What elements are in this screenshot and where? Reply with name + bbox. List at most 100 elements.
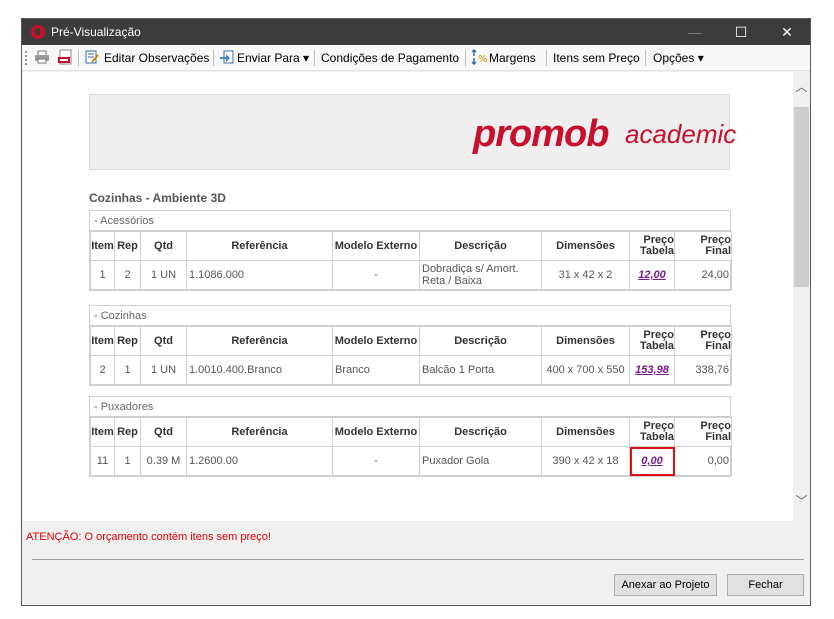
col-modelo-externo: Modelo Externo [332, 326, 420, 356]
col-modelo-externo: Modelo Externo [332, 417, 420, 447]
col-descricao: Descrição [419, 326, 542, 356]
academic-logo: academic [625, 119, 737, 149]
edit-notes-button[interactable]: Editar Observações [104, 50, 209, 66]
cell-descricao: Balcão 1 Porta [419, 355, 542, 385]
environment-title: Cozinhas - Ambiente 3D [89, 191, 226, 205]
cell-qtd: 1 UN [140, 260, 187, 290]
margins-button[interactable]: Margens [489, 50, 536, 66]
cell-qtd: 1 UN [140, 355, 187, 385]
cell-rep: 2 [114, 260, 141, 290]
col-item: Item [90, 326, 115, 356]
col-rep: Rep [114, 417, 141, 447]
scroll-up-icon[interactable]: ︿ [793, 78, 810, 95]
preview-document: promob academic Cozinhas - Ambiente 3D -… [23, 72, 793, 521]
cell-rep: 1 [114, 446, 141, 476]
col-preco-tabela: Preço Tabela [629, 417, 675, 447]
printer-icon[interactable] [34, 49, 50, 65]
price-link[interactable]: 0,00 [641, 455, 662, 467]
price-link[interactable]: 153,98 [635, 364, 669, 376]
col-descricao: Descrição [419, 417, 542, 447]
maximize-button[interactable]: ☐ [718, 19, 764, 45]
title-bar: Pré-Visualização — ☐ ✕ [22, 19, 810, 45]
section-cozinhas: - Cozinhas Item Rep Qtd Referência Model… [89, 305, 732, 386]
col-qtd: Qtd [140, 326, 187, 356]
cell-preco-tabela: 153,98 [629, 355, 675, 385]
close-button[interactable]: Fechar [727, 574, 804, 596]
col-referencia: Referência [186, 231, 333, 261]
toolbar-grip[interactable] [25, 51, 28, 65]
send-to-dropdown[interactable]: Enviar Para ▾ [237, 50, 309, 66]
cell-referencia: 1.0010.400.Branco [186, 355, 333, 385]
cell-qtd: 0.39 M [140, 446, 187, 476]
cell-item: 1 [90, 260, 115, 290]
col-preco-final: Preço Final [674, 231, 732, 261]
toolbar-separator [314, 50, 315, 66]
cell-preco-final: 338,76 [674, 355, 732, 385]
col-descricao: Descrição [419, 231, 542, 261]
preview-window: Pré-Visualização — ☐ ✕ Editar Observaçõe… [21, 18, 811, 606]
col-preco-tabela: Preço Tabela [629, 326, 675, 356]
table-header: Item Rep Qtd Referência Modelo Externo D… [90, 326, 732, 356]
section-acessorios: - Acessórios Item Rep Qtd Referência Mod… [89, 210, 732, 291]
table-row: 2 1 1 UN 1.0010.400.Branco Branco Balcão… [90, 355, 732, 385]
col-preco-final: Preço Final [674, 417, 732, 447]
toolbar-separator [213, 50, 214, 66]
cell-preco-final: 24,00 [674, 260, 732, 290]
cell-preco-tabela: 12,00 [629, 260, 675, 290]
minimize-button[interactable]: — [672, 19, 718, 45]
col-preco-final: Preço Final [674, 326, 732, 356]
cell-descricao: Puxador Gola [419, 446, 542, 476]
cell-item: 2 [90, 355, 115, 385]
col-referencia: Referência [186, 417, 333, 447]
cell-dimensoes: 400 x 700 x 550 [541, 355, 630, 385]
logo-banner: promob academic [89, 94, 736, 170]
section-title: - Puxadores [90, 397, 730, 417]
col-rep: Rep [114, 326, 141, 356]
col-rep: Rep [114, 231, 141, 261]
items-table: Item Rep Qtd Referência Modelo Externo D… [90, 326, 732, 385]
footer-divider [32, 559, 804, 560]
section-title: - Acessórios [90, 211, 730, 231]
vertical-scrollbar[interactable]: ︿ ﹀ [793, 72, 810, 521]
edit-notes-icon [85, 50, 99, 64]
col-dimensoes: Dimensões [541, 417, 630, 447]
cell-dimensoes: 390 x 42 x 18 [541, 446, 630, 476]
cell-descricao: Dobradiça s/ Amort. Reta / Baixa [419, 260, 542, 290]
cell-referencia: 1.1086.000 [186, 260, 333, 290]
price-link[interactable]: 12,00 [638, 269, 666, 281]
table-row: 11 1 0.39 M 1.2600.00 - Puxador Gola 390… [90, 446, 732, 476]
cell-referencia: 1.2600.00 [186, 446, 333, 476]
cell-modelo: Branco [332, 355, 420, 385]
promob-logo: promob [473, 113, 609, 155]
payment-conditions-button[interactable]: Condições de Pagamento [321, 50, 459, 66]
table-header: Item Rep Qtd Referência Modelo Externo D… [90, 231, 732, 261]
cell-rep: 1 [114, 355, 141, 385]
items-without-price-button[interactable]: Itens sem Preço [553, 50, 640, 66]
table-header: Item Rep Qtd Referência Modelo Externo D… [90, 417, 732, 447]
close-window-button[interactable]: ✕ [764, 19, 810, 45]
col-qtd: Qtd [140, 417, 187, 447]
col-modelo-externo: Modelo Externo [332, 231, 420, 261]
send-icon [220, 50, 234, 64]
window-title: Pré-Visualização [51, 25, 141, 39]
percent-icon: % [471, 49, 487, 65]
col-item: Item [90, 417, 115, 447]
cell-dimensoes: 31 x 42 x 2 [541, 260, 630, 290]
options-dropdown[interactable]: Opções ▾ [653, 50, 704, 66]
cell-item: 11 [90, 446, 115, 476]
col-preco-tabela: Preço Tabela [629, 231, 675, 261]
cell-modelo: - [332, 446, 420, 476]
attach-to-project-button[interactable]: Anexar ao Projeto [614, 574, 717, 596]
toolbar-separator [645, 50, 646, 66]
cell-preco-tabela-highlighted: 0,00 [629, 446, 675, 476]
scroll-down-icon[interactable]: ﹀ [793, 492, 810, 509]
missing-price-warning: ATENÇÃO: O orçamento contém itens sem pr… [26, 531, 271, 543]
items-table: Item Rep Qtd Referência Modelo Externo D… [90, 417, 732, 476]
toolbar-separator [78, 50, 79, 66]
promob-app-icon [31, 25, 45, 39]
pdf-icon[interactable] [57, 49, 73, 65]
toolbar-separator [546, 50, 547, 66]
col-dimensoes: Dimensões [541, 231, 630, 261]
col-item: Item [90, 231, 115, 261]
scroll-thumb[interactable] [794, 107, 809, 287]
